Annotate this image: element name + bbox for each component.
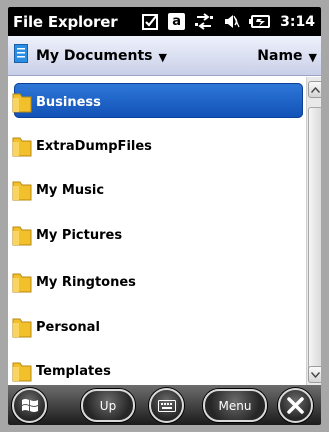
up-button[interactable]: Up (81, 389, 135, 422)
list-item-label: Personal (36, 319, 100, 335)
battery-icon[interactable] (249, 13, 271, 30)
keyboard-button[interactable] (149, 388, 184, 423)
list-item[interactable]: Templates (8, 349, 306, 385)
list-item-label: Templates (36, 363, 111, 379)
list-item[interactable]: ExtraDumpFiles (8, 124, 306, 168)
up-button-label: Up (99, 398, 117, 413)
folder-icon (12, 271, 32, 293)
document-icon (14, 44, 28, 67)
file-list: Business ExtraDumpFiles My Music My Pict… (8, 77, 306, 385)
list-item-label: My Pictures (36, 227, 123, 243)
chevron-up-icon (311, 86, 320, 93)
chevron-down-icon: ▼ (308, 51, 317, 64)
a-input-mode-icon[interactable]: a (168, 13, 186, 30)
start-button[interactable] (12, 388, 47, 423)
list-item-label: ExtraDumpFiles (36, 138, 152, 154)
keyboard-icon (157, 399, 176, 412)
header-bar: My Documents ▼ Name ▼ (8, 36, 321, 76)
folder-icon (12, 360, 32, 382)
folder-icon (12, 91, 32, 113)
list-item[interactable]: Business (8, 80, 306, 124)
sort-name: Name (257, 47, 303, 64)
volume-icon[interactable] (223, 13, 240, 30)
checkbox-icon[interactable] (142, 13, 159, 30)
folder-icon (12, 179, 32, 201)
status-bar: File Explorer a 3:14 (8, 7, 321, 36)
folder-icon (12, 316, 32, 338)
screen: File Explorer a 3:14 My Documents ▼ Name… (8, 7, 321, 425)
status-icons: a 3:14 (142, 7, 315, 36)
windows-logo-icon (21, 399, 38, 412)
close-icon (287, 397, 304, 414)
list-item[interactable]: My Ringtones (8, 260, 306, 304)
scroll-down-button[interactable] (308, 366, 321, 383)
list-item[interactable]: My Pictures (8, 213, 306, 257)
menu-button-label: Menu (218, 398, 252, 413)
list-item-label: Business (36, 94, 101, 110)
list-item[interactable]: My Music (8, 168, 306, 212)
folder-icon (12, 224, 32, 246)
folder-dropdown[interactable]: My Documents ▼ (14, 44, 167, 67)
app-title: File Explorer (13, 12, 118, 31)
chevron-down-icon: ▼ (158, 51, 167, 64)
sort-dropdown[interactable]: Name ▼ (257, 36, 317, 75)
connectivity-arrows-icon[interactable] (194, 13, 214, 30)
scroll-up-button[interactable] (308, 81, 321, 98)
list-item[interactable]: Personal (8, 305, 306, 349)
chevron-down-icon (311, 371, 320, 378)
list-item-label: My Music (36, 182, 105, 198)
list-item-label: My Ringtones (36, 274, 136, 290)
softkey-bar: Up Menu (8, 385, 321, 425)
vertical-scrollbar[interactable] (306, 77, 321, 385)
menu-button[interactable]: Menu (203, 389, 267, 422)
folder-name: My Documents (36, 47, 153, 64)
clock[interactable]: 3:14 (280, 14, 315, 30)
scroll-thumb[interactable] (308, 107, 321, 371)
folder-icon (12, 135, 32, 157)
close-button[interactable] (278, 388, 313, 423)
